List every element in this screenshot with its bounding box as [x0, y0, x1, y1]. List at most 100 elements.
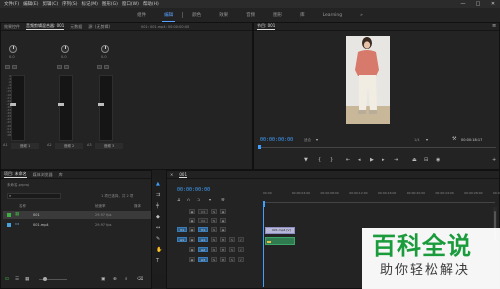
menu-graphics[interactable]: 图形(G) — [102, 1, 118, 7]
column-fps[interactable]: 帧速率 — [95, 204, 106, 209]
volume-fader-a2[interactable] — [58, 103, 64, 106]
sync-lock-v3[interactable]: ⇆ — [211, 209, 217, 214]
column-name[interactable]: 名称 — [19, 204, 26, 209]
source-patch-v1[interactable]: V1 — [177, 227, 187, 232]
mark-out-icon[interactable]: } — [330, 158, 333, 163]
solo-button-a1[interactable] — [12, 65, 17, 69]
table-row[interactable]: ▦ 001 29.97 fps — [3, 211, 151, 219]
program-timecode[interactable]: 00:00:00:00 — [260, 137, 293, 143]
go-to-out-icon[interactable]: ⇥ — [394, 158, 398, 163]
menu-help[interactable]: 帮助(H) — [143, 1, 159, 7]
sync-lock-a3[interactable]: ⇆ — [211, 257, 217, 262]
mark-in-icon[interactable]: { — [318, 158, 321, 163]
pen-tool-icon[interactable]: ✎ — [156, 237, 160, 242]
menu-window[interactable]: 窗口(W) — [122, 1, 139, 7]
wrench-icon[interactable]: ⚒ — [221, 197, 225, 202]
slip-tool-icon[interactable]: ↔ — [156, 226, 160, 231]
search-icon[interactable]: ⌕ — [125, 277, 128, 282]
icon-view-icon[interactable]: ▦ — [25, 277, 29, 282]
lock-icon[interactable]: ⊡ — [5, 277, 9, 282]
tab-metadata[interactable]: 元数据 — [70, 24, 82, 30]
add-button-icon[interactable]: + — [492, 158, 496, 163]
workspace-tab-graphics[interactable]: 图形 — [264, 12, 291, 18]
menu-clip[interactable]: 剪辑(C) — [42, 1, 58, 7]
source-patch-a1[interactable]: A1 — [177, 237, 187, 242]
mute-toggle-a2[interactable]: M — [220, 247, 226, 252]
sync-lock-a1[interactable]: ⇆ — [211, 237, 217, 242]
volume-fader-a3[interactable] — [98, 103, 104, 106]
tab-program[interactable]: 节目: 001 — [257, 23, 276, 30]
track-id-v3[interactable]: V3 — [198, 209, 208, 214]
ripple-edit-tool-icon[interactable]: ╪ — [156, 204, 159, 209]
panel-menu-icon[interactable]: ≡ — [492, 24, 496, 29]
tab-libraries[interactable]: 库 — [59, 172, 63, 178]
tab-source[interactable]: 源: (无剪辑) — [88, 24, 110, 30]
playback-scrubber[interactable] — [258, 147, 496, 148]
new-item-icon[interactable]: ⊕ — [113, 277, 117, 282]
solo-button-a2[interactable] — [64, 65, 69, 69]
hand-tool-icon[interactable]: ✋ — [156, 248, 162, 253]
list-view-icon[interactable]: ☰ — [15, 277, 19, 282]
maximize-button[interactable]: □ — [471, 0, 485, 8]
lock-track-a1[interactable]: ▣ — [189, 237, 195, 242]
microphone-icon[interactable]: ♪ — [238, 247, 244, 252]
track-id-a2[interactable]: A2 — [198, 247, 208, 252]
lock-track-v2[interactable]: ▣ — [189, 218, 195, 223]
chevron-down-icon[interactable]: ▾ — [426, 137, 428, 142]
new-bin-icon[interactable]: ▣ — [101, 277, 105, 282]
workspace-tab-libraries[interactable]: 库 — [291, 12, 314, 18]
workspace-tab-color[interactable]: 颜色 — [183, 12, 210, 18]
workspace-tab-editing[interactable]: 编辑 — [155, 12, 182, 22]
tab-effect-controls[interactable]: 效果控件 — [4, 24, 20, 30]
snap-icon[interactable]: ∩ — [187, 197, 190, 202]
solo-toggle-a3[interactable]: S — [229, 257, 235, 262]
sync-lock-a2[interactable]: ⇆ — [211, 247, 217, 252]
mute-toggle-a1[interactable]: M — [220, 237, 226, 242]
type-tool-icon[interactable]: T — [156, 259, 159, 264]
workspace-tab-effects[interactable]: 效果 — [210, 12, 237, 18]
track-id-a1[interactable]: A1 — [198, 237, 208, 242]
step-back-icon[interactable]: ◂ — [358, 158, 361, 163]
lock-track-a2[interactable]: ▣ — [189, 247, 195, 252]
zoom-slider-handle[interactable] — [43, 277, 47, 281]
sync-lock-v2[interactable]: ⇆ — [211, 218, 217, 223]
lift-icon[interactable]: ⏏ — [412, 158, 417, 163]
wrench-icon[interactable]: ⚒ — [452, 137, 456, 142]
play-icon[interactable]: ▶ — [370, 158, 374, 163]
extract-icon[interactable]: ⊟ — [424, 158, 428, 163]
mute-button-a3[interactable] — [97, 65, 102, 69]
workspace-tab-assembly[interactable]: 组件 — [128, 12, 155, 18]
chevron-down-icon[interactable]: ▾ — [316, 137, 318, 142]
audio-clip[interactable] — [265, 237, 295, 245]
timeline-timecode[interactable]: 00:00:00:00 — [177, 187, 210, 193]
minimize-button[interactable]: — — [456, 0, 470, 8]
column-media[interactable]: 媒体 — [134, 204, 141, 209]
selection-tool-icon[interactable]: ▲ — [156, 182, 160, 187]
track-select-tool-icon[interactable]: ⇉ — [156, 193, 160, 198]
lock-track-v3[interactable]: ▣ — [189, 209, 195, 214]
video-clip[interactable]: 001.mp4 [V] — [265, 227, 295, 234]
menu-edit[interactable]: 编辑(E) — [23, 1, 38, 7]
razor-tool-icon[interactable]: ◆ — [156, 215, 160, 220]
linked-selection-icon[interactable]: ⊃ — [197, 197, 200, 202]
add-marker-icon[interactable]: ▾ — [209, 197, 211, 202]
track-id-v1[interactable]: V1 — [198, 227, 208, 232]
tab-audio-clip-mixer[interactable]: 音频剪辑混合器: 001 — [26, 23, 65, 30]
tab-project[interactable]: 项目: 未命名 — [4, 171, 27, 178]
playhead-marker[interactable] — [258, 145, 261, 149]
mute-button-a1[interactable] — [5, 65, 10, 69]
pan-knob-a3[interactable] — [101, 45, 109, 53]
mute-toggle-a3[interactable]: M — [220, 257, 226, 262]
nest-icon[interactable]: ⇊ — [177, 197, 180, 202]
microphone-icon[interactable]: ♪ — [238, 237, 244, 242]
tab-sequence[interactable]: 001 — [179, 172, 187, 178]
workspace-tab-learning[interactable]: Learning — [314, 13, 352, 18]
step-forward-icon[interactable]: ▸ — [382, 158, 385, 163]
solo-toggle-a2[interactable]: S — [229, 247, 235, 252]
track-id-v2[interactable]: V2 — [198, 218, 208, 223]
microphone-icon[interactable]: ♪ — [238, 257, 244, 262]
workspace-tab-audio[interactable]: 音频 — [237, 12, 264, 18]
eye-icon[interactable]: ◉ — [220, 227, 226, 232]
menu-marker[interactable]: 标记(M) — [82, 1, 98, 7]
pan-knob-a2[interactable] — [61, 45, 69, 53]
